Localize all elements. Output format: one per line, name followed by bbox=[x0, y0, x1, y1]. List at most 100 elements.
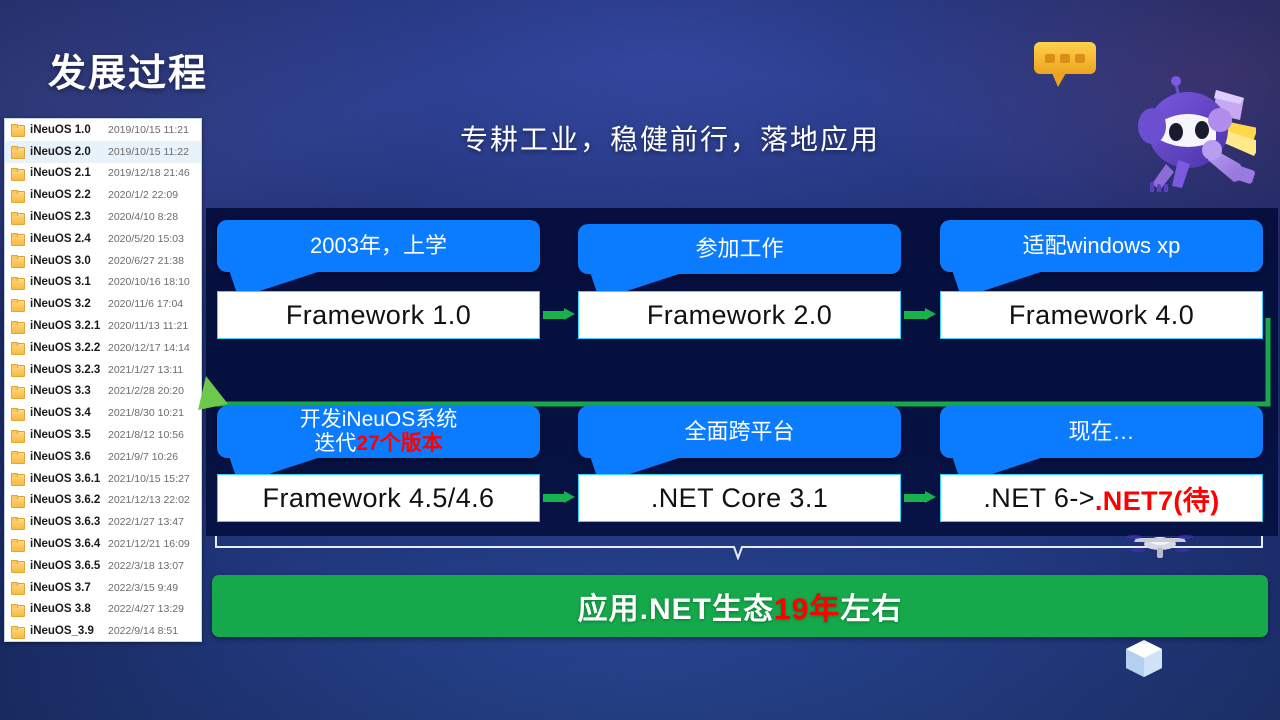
file-list-item-name: iNeuOS 3.4 bbox=[30, 407, 91, 420]
file-list-item[interactable]: iNeuOS_3.9 2022/9/14 8:51 bbox=[5, 620, 201, 641]
file-list-item-date: 2019/10/15 11:22 bbox=[108, 145, 189, 158]
folder-icon bbox=[11, 473, 25, 487]
callout-row2-2-label: 全面跨平台 bbox=[684, 418, 795, 444]
box-row1-3-label: Framework 4.0 bbox=[1008, 299, 1195, 330]
folder-icon bbox=[11, 276, 25, 290]
box-row1-2: Framework 2.0 bbox=[578, 291, 901, 339]
callout-row1-3: 适配windows xp bbox=[940, 220, 1263, 298]
box-row1-1-label: Framework 1.0 bbox=[285, 299, 472, 330]
file-list-item[interactable]: iNeuOS 3.6.5 2022/3/18 13:07 bbox=[5, 555, 201, 577]
file-list-item-name: iNeuOS 3.2.2 bbox=[30, 341, 101, 354]
file-list-item[interactable]: iNeuOS 3.6.4 2021/12/21 16:09 bbox=[5, 533, 201, 555]
box-row2-2-label: .NET Core 3.1 bbox=[650, 482, 829, 513]
file-list-item-name: iNeuOS 2.2 bbox=[30, 189, 91, 202]
folder-icon bbox=[11, 603, 25, 617]
file-list-item[interactable]: iNeuOS 3.2 2020/11/6 17:04 bbox=[5, 293, 201, 315]
callout-row2-1-label-line2: 迭代27个版本 bbox=[314, 432, 443, 455]
file-list-item[interactable]: iNeuOS 3.7 2022/3/15 9:49 bbox=[5, 577, 201, 599]
file-list-item-date: 2020/11/13 11:21 bbox=[108, 320, 189, 333]
folder-icon bbox=[11, 298, 25, 312]
file-list-item[interactable]: iNeuOS 3.2.3 2021/1/27 13:11 bbox=[5, 359, 201, 381]
box-row1-1: Framework 1.0 bbox=[217, 291, 540, 339]
file-list-item[interactable]: iNeuOS 3.2.2 2020/12/17 14:14 bbox=[5, 337, 201, 359]
folder-icon bbox=[11, 211, 25, 225]
box-row2-2: .NET Core 3.1 bbox=[578, 474, 901, 522]
file-list-item-name: iNeuOS 3.6.3 bbox=[30, 516, 101, 529]
callout-row1-1-label: 2003年，上学 bbox=[310, 232, 447, 258]
file-list-item[interactable]: iNeuOS 3.6.3 2022/1/27 13:47 bbox=[5, 511, 201, 533]
file-list-item[interactable]: iNeuOS 3.4 2021/8/30 10:21 bbox=[5, 402, 201, 424]
box-row1-2-label: Framework 2.0 bbox=[646, 299, 833, 330]
file-list-item-name: iNeuOS 3.2 bbox=[30, 298, 91, 311]
box-row1-3: Framework 4.0 bbox=[940, 291, 1263, 339]
file-list-item-name: iNeuOS 3.6.1 bbox=[30, 472, 101, 485]
file-list-item-date: 2021/12/21 16:09 bbox=[108, 538, 190, 551]
slide-canvas: 发展过程 专耕工业，稳健前行，落地应用 iNeuOS 1.0 2019/10/15… bbox=[0, 0, 1280, 720]
box-row2-3: .NET 6-> .NET7(待) bbox=[940, 474, 1263, 522]
callout-row2-3: 现在… bbox=[940, 406, 1263, 484]
file-list-item-name: iNeuOS 3.3 bbox=[30, 385, 91, 398]
folder-icon bbox=[11, 625, 25, 639]
folder-icon bbox=[11, 342, 25, 356]
file-list-item[interactable]: iNeuOS 3.5 2021/8/12 10:56 bbox=[5, 424, 201, 446]
file-list-item-date: 2021/1/27 13:11 bbox=[108, 363, 184, 376]
folder-icon bbox=[11, 189, 25, 203]
file-list-item[interactable]: iNeuOS 3.0 2020/6/27 21:38 bbox=[5, 250, 201, 272]
callout-row2-1: 开发iNeuOS系统 迭代27个版本 bbox=[217, 406, 540, 484]
file-list-item-date: 2020/12/17 14:14 bbox=[108, 341, 190, 354]
folder-icon bbox=[11, 167, 25, 181]
page-title: 发展过程 bbox=[48, 53, 209, 95]
callout-row2-3-label: 现在… bbox=[1068, 418, 1135, 444]
file-list-item-name: iNeuOS_3.9 bbox=[30, 625, 94, 638]
box-row2-1: Framework 4.5/4.6 bbox=[217, 474, 540, 522]
file-list-item-name: iNeuOS 2.3 bbox=[30, 211, 91, 224]
file-list-item-date: 2020/1/2 22:09 bbox=[108, 189, 179, 202]
file-list-item-name: iNeuOS 2.4 bbox=[30, 232, 91, 245]
summary-text-before: 应用.NET生态 bbox=[577, 593, 774, 626]
summary-text-highlight: 19年 bbox=[773, 593, 841, 626]
callout-row1-3-label: 适配windows xp bbox=[1022, 232, 1181, 258]
file-list-item[interactable]: iNeuOS 1.0 2019/10/15 11:21 bbox=[5, 119, 201, 141]
file-list-item-date: 2021/10/15 15:27 bbox=[108, 472, 190, 485]
arrow-row2-1-to-2 bbox=[543, 491, 576, 504]
file-list-item-name: iNeuOS 3.7 bbox=[30, 581, 91, 594]
file-list-item-date: 2021/12/13 22:02 bbox=[108, 494, 190, 507]
arrow-row1-2-to-3 bbox=[904, 308, 937, 321]
folder-icon bbox=[11, 124, 25, 138]
folder-icon bbox=[11, 494, 25, 508]
folder-icon bbox=[11, 516, 25, 530]
file-list-item[interactable]: iNeuOS 3.8 2022/4/27 13:29 bbox=[5, 599, 201, 621]
file-list-item-date: 2022/9/14 8:51 bbox=[108, 625, 179, 638]
speech-bubble-icon bbox=[1034, 42, 1096, 87]
file-list-item[interactable]: iNeuOS 3.6.2 2021/12/13 22:02 bbox=[5, 490, 201, 512]
folder-icon bbox=[11, 146, 25, 160]
folder-icon bbox=[11, 320, 25, 334]
file-list-item-name: iNeuOS 2.0 bbox=[30, 145, 91, 158]
folder-icon bbox=[11, 255, 25, 269]
file-list-item-name: iNeuOS 3.2.3 bbox=[30, 363, 101, 376]
box-row2-3-highlight: .NET7(待) bbox=[1094, 485, 1220, 516]
file-list-item-name: iNeuOS 2.1 bbox=[30, 167, 91, 180]
summary-bar-text: 应用.NET生态19年左右 bbox=[578, 584, 903, 628]
file-list-item-date: 2022/4/27 13:29 bbox=[108, 603, 184, 616]
file-list-item[interactable]: iNeuOS 3.6.1 2021/10/15 15:27 bbox=[5, 468, 201, 490]
file-list-item[interactable]: iNeuOS 3.3 2021/2/28 20:20 bbox=[5, 381, 201, 403]
white-cube-icon bbox=[1126, 640, 1162, 677]
file-list-item[interactable]: iNeuOS 2.4 2020/5/20 15:03 bbox=[5, 228, 201, 250]
folder-icon bbox=[11, 364, 25, 378]
file-explorer-list[interactable]: iNeuOS 1.0 2019/10/15 11:21 iNeuOS 2.0 2019… bbox=[4, 118, 202, 642]
file-list-item-date: 2020/4/10 8:28 bbox=[108, 211, 179, 224]
summary-bar: 应用.NET生态19年左右 bbox=[212, 575, 1268, 637]
file-list-item[interactable]: iNeuOS 3.1 2020/10/16 18:10 bbox=[5, 272, 201, 294]
file-list-item-name: iNeuOS 3.2.1 bbox=[30, 320, 101, 333]
file-list-item[interactable]: iNeuOS 3.2.1 2020/11/13 11:21 bbox=[5, 315, 201, 337]
file-list-item-date: 2020/5/20 15:03 bbox=[108, 232, 184, 245]
drone-icon bbox=[1126, 535, 1194, 558]
folder-icon bbox=[11, 451, 25, 465]
summary-brace bbox=[215, 536, 1263, 560]
file-list-item[interactable]: iNeuOS 2.1 2019/12/18 21:46 bbox=[5, 163, 201, 185]
file-list-item[interactable]: iNeuOS 2.0 2019/10/15 11:22 bbox=[5, 140, 201, 163]
file-list-item[interactable]: iNeuOS 2.2 2020/1/2 22:09 bbox=[5, 184, 201, 206]
file-list-item[interactable]: iNeuOS 2.3 2020/4/10 8:28 bbox=[5, 206, 201, 228]
file-list-item[interactable]: iNeuOS 3.6 2021/9/7 10:26 bbox=[5, 446, 201, 468]
